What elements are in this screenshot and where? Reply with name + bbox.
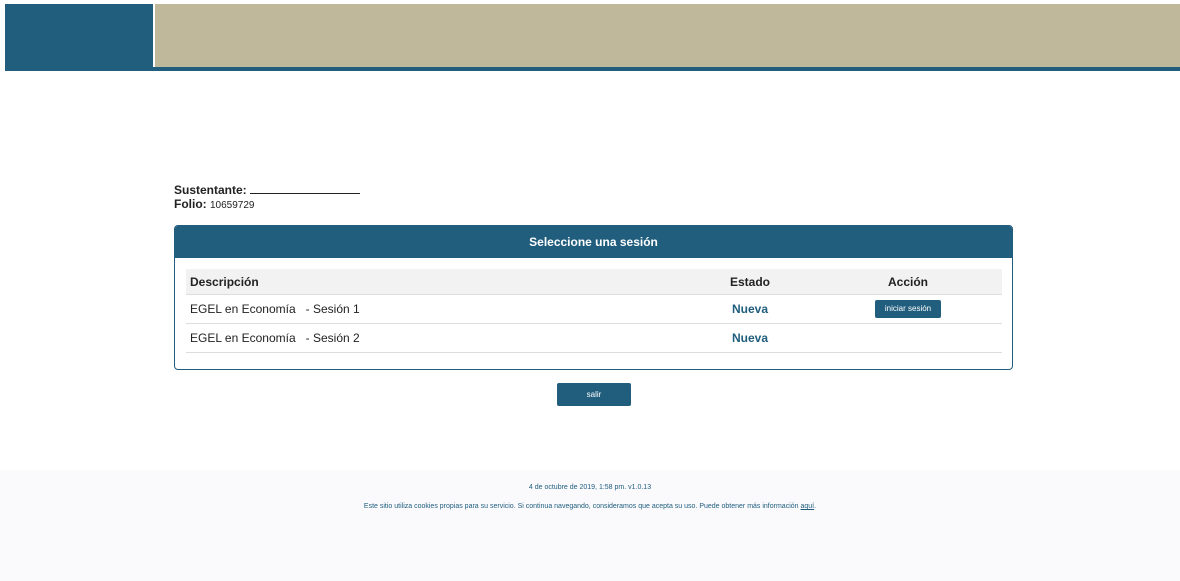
table-row: EGEL en Economía - Sesión 2 Nueva	[186, 323, 1002, 353]
iniciar-sesion-button[interactable]: iniciar sesión	[874, 300, 942, 318]
folio-row: Folio: 10659729	[174, 197, 360, 213]
row-exam-name: EGEL en Economía	[190, 331, 296, 345]
sustentante-label: Sustentante:	[174, 183, 247, 197]
footer-cookies: Este sitio utiliza cookies propias para …	[0, 503, 1180, 510]
candidate-info: Sustentante: Folio: 10659729	[174, 182, 361, 213]
sustentante-row: Sustentante:	[174, 182, 361, 197]
row-action: iniciar sesión	[814, 294, 1002, 324]
session-table: Descripción Estado Acción EGEL en Econom…	[186, 269, 1002, 353]
more-info-link[interactable]: aquí	[801, 503, 815, 510]
row-session-name: - Sesión 2	[305, 331, 360, 345]
estado-value: Nueva	[731, 302, 769, 316]
row-action	[814, 323, 1002, 353]
logo-block	[5, 4, 153, 67]
cookies-text: Este sitio utiliza cookies propias para …	[363, 503, 799, 510]
banner-underline	[5, 67, 1180, 71]
folio-label: Folio:	[174, 197, 207, 211]
row-estado: Nueva	[686, 323, 814, 353]
col-accion: Acción	[814, 269, 1002, 295]
top-banner	[5, 4, 1180, 67]
cookies-suffix: .	[814, 503, 817, 510]
table-header-row: Descripción Estado Acción	[186, 269, 1002, 295]
panel-title: Seleccione una sesión	[175, 226, 1012, 258]
footer-timestamp: 4 de octubre de 2019, 1:58 pm. v1.0.13	[528, 484, 652, 491]
row-session-name: - Sesión 1	[305, 302, 360, 316]
footer: 4 de octubre de 2019, 1:58 pm. v1.0.13 E…	[0, 470, 1180, 581]
session-panel: Seleccione una sesión Descripción Estado…	[174, 225, 1013, 370]
row-estado: Nueva	[686, 294, 814, 324]
salir-button[interactable]: salir	[557, 383, 631, 406]
estado-value: Nueva	[731, 331, 769, 345]
folio-value: 10659729	[210, 200, 255, 211]
col-estado: Estado	[686, 269, 814, 295]
table-row: EGEL en Economía - Sesión 1 Nueva inicia…	[186, 294, 1002, 324]
col-descripcion: Descripción	[186, 269, 686, 295]
banner-separator	[153, 4, 155, 67]
sustentante-blank	[250, 182, 361, 194]
row-description: EGEL en Economía - Sesión 1	[186, 294, 686, 324]
row-description: EGEL en Economía - Sesión 2	[186, 323, 686, 353]
row-exam-name: EGEL en Economía	[190, 302, 296, 316]
